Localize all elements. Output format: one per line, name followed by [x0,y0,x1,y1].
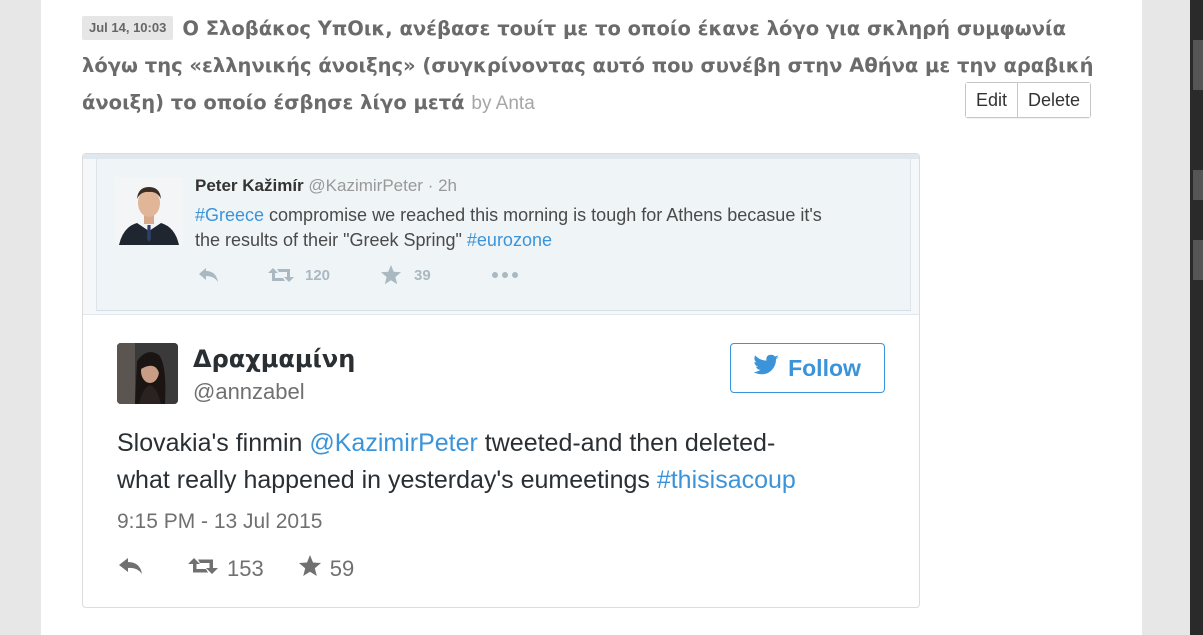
quoted-tweet-area: Peter Kažimír @KazimirPeter · 2h #Greece… [83,154,919,314]
post-title-text-1: Ο Σλοβάκος ΥπΟικ, ανέβασε τουίτ με το οπ… [182,17,1067,40]
quoted-tweet-card: Peter Kažimír @KazimirPeter · 2h #Greece… [96,159,911,311]
twitter-bird-icon [753,354,780,382]
quoted-retweet-group[interactable]: 120 [267,266,330,284]
tweet-author-name[interactable]: Δραχμαμίνη [193,345,355,373]
quoted-tweet-time[interactable]: · 2h [428,176,457,195]
post-title-line-1: Jul 14, 10:03 Ο Σλοβάκος ΥπΟικ, ανέβασε τ… [82,10,1102,47]
retweet-count: 153 [227,556,264,581]
quoted-tweet-header: Peter Kažimír @KazimirPeter · 2h [195,176,457,196]
main-tweet: Δραχμαμίνη @annzabel Follow Slovakia's f… [83,314,919,607]
post-actions: Edit Delete [965,82,1092,118]
post-title-text-3: άνοιξη) το οποίο έσβησε λίγο μετά [82,91,465,114]
hashtag-thisisacoup-link[interactable]: #thisisacoup [657,466,796,494]
tweet-text-part-3: what really happened in yesterday's eume… [117,466,657,494]
quoted-more-icon[interactable] [491,271,519,279]
tweet-text-part-1: Slovakia's finmin [117,429,310,457]
retweet-icon[interactable] [187,556,219,582]
tweet-date[interactable]: 9:15 PM - 13 Jul 2015 [117,510,322,534]
tweet-text-part-2: tweeted-and then deleted- [477,429,776,457]
edit-button[interactable]: Edit [966,83,1018,117]
quoted-favorite-group[interactable]: 39 [380,265,431,285]
embedded-tweet: Peter Kažimír @KazimirPeter · 2h #Greece… [82,153,920,608]
post-title-line-3: άνοιξη) το οποίο έσβησε λίγο μετά by Ant… [82,84,1102,122]
mention-link[interactable]: @KazimirPeter [309,429,477,457]
quoted-author-handle[interactable]: @KazimirPeter [308,176,423,195]
follow-label: Follow [788,354,861,381]
hashtag-eurozone-link[interactable]: #eurozone [467,230,552,250]
post-header: Jul 14, 10:03 Ο Σλοβάκος ΥπΟικ, ανέβασε τ… [82,10,1102,122]
favorite-count: 59 [329,556,355,581]
quoted-reply-icon[interactable] [197,266,221,284]
quoted-star-icon[interactable] [380,265,402,285]
quoted-author-name[interactable]: Peter Kažimír [195,176,304,195]
retweet-group[interactable]: 153 [187,556,264,582]
quoted-tweet-avatar[interactable] [115,177,183,245]
hashtag-greece-link[interactable]: #Greece [195,205,264,225]
tweet-text: Slovakia's finmin @KazimirPeter tweeted-… [117,425,897,499]
adjacent-window-edge [1190,0,1203,635]
post-title-line-2: λόγω της «ελληνικής άνοιξης» (συγκρίνοντ… [82,54,1094,77]
quoted-text-part-1: compromise we reached this morning is to… [264,205,822,225]
tweet-author-handle[interactable]: @annzabel [193,379,305,405]
quoted-favorite-count: 39 [414,266,431,284]
quoted-tweet-text: #Greece compromise we reached this morni… [195,203,895,253]
star-icon[interactable] [298,555,322,583]
reply-icon[interactable] [117,556,145,582]
quoted-tweet-actions: 120 39 [197,265,519,285]
favorite-group[interactable]: 59 [298,555,354,583]
post-byline: by Anta [471,93,535,114]
delete-button[interactable]: Delete [1017,83,1091,117]
quoted-retweet-count: 120 [305,266,331,284]
quoted-text-part-2: the results of their "Greek Spring" [195,230,467,250]
tweet-author-avatar[interactable] [117,343,178,404]
quoted-retweet-icon[interactable] [267,266,295,284]
post-timestamp-badge: Jul 14, 10:03 [82,16,174,40]
tweet-actions: 153 59 [117,555,354,583]
follow-button[interactable]: Follow [730,343,885,393]
